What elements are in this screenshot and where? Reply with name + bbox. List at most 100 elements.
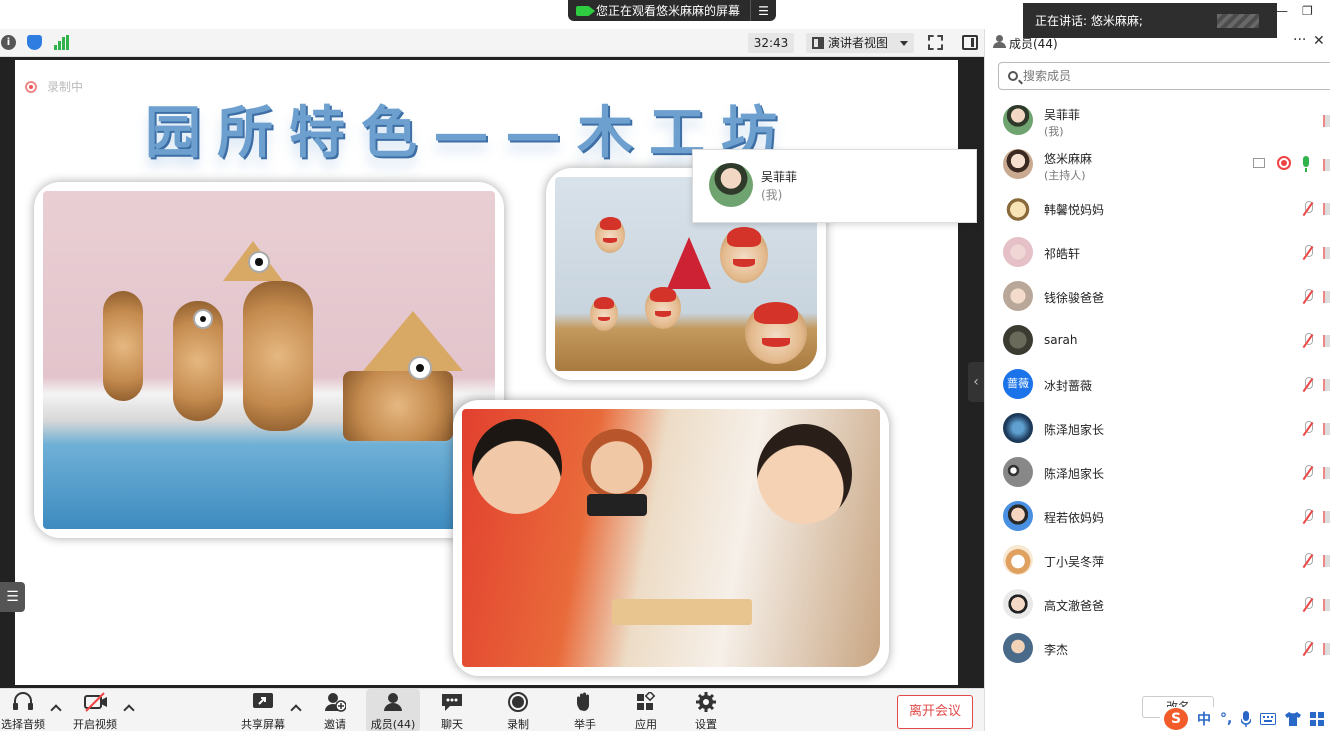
leave-meeting-button[interactable]: 离开会议: [897, 695, 973, 729]
close-icon[interactable]: ✕: [1313, 33, 1325, 49]
member-search-box[interactable]: [998, 62, 1330, 90]
settings-label: 设置: [695, 718, 717, 731]
microphone-on-icon[interactable]: [1303, 156, 1309, 172]
record-button[interactable]: 录制: [502, 689, 534, 731]
speaking-text: 正在讲话: 悠米麻麻;: [1035, 14, 1143, 28]
microphone-muted-icon[interactable]: [1301, 597, 1315, 613]
camera-off-icon[interactable]: [1323, 555, 1330, 567]
list-item[interactable]: 高文澈爸爸: [985, 583, 1330, 627]
list-item[interactable]: 陈泽旭家长: [985, 407, 1330, 451]
invite-button[interactable]: 邀请: [318, 689, 352, 731]
list-item[interactable]: 丁小吴冬萍: [985, 539, 1330, 583]
side-panel-toggle-icon[interactable]: [962, 35, 978, 50]
microphone-icon[interactable]: [1241, 711, 1252, 727]
microphone-muted-icon[interactable]: [1301, 421, 1315, 437]
member-name: 丁小吴冬萍: [1044, 555, 1105, 569]
camera-off-icon[interactable]: [1323, 467, 1330, 479]
ime-language-toggle[interactable]: 中: [1197, 709, 1211, 729]
share-options-icon[interactable]: [290, 704, 302, 716]
list-item[interactable]: 李杰: [985, 627, 1330, 671]
list-item[interactable]: sarah: [985, 319, 1330, 363]
camera-off-icon[interactable]: [1323, 423, 1330, 435]
list-item[interactable]: 蔷薇 冰封蔷薇: [985, 363, 1330, 407]
shield-icon[interactable]: [27, 35, 42, 50]
list-item[interactable]: 陈泽旭家长: [985, 451, 1330, 495]
meeting-window: 您正在观看悠米麻麻的屏幕 ☰ 正在讲话: 悠米麻麻; — ❐ i 32:43 演…: [0, 0, 1330, 731]
microphone-muted-icon[interactable]: [1301, 465, 1315, 481]
list-item[interactable]: 程若依妈妈: [985, 495, 1330, 539]
record-icon: [507, 692, 529, 712]
microphone-muted-icon[interactable]: [1301, 333, 1315, 349]
camera-off-icon[interactable]: [1323, 203, 1330, 215]
settings-button[interactable]: 设置: [690, 689, 722, 731]
camera-off-icon[interactable]: [1323, 291, 1330, 303]
audio-options-icon[interactable]: [50, 704, 62, 716]
list-item[interactable]: 吴菲菲 (我): [985, 99, 1330, 143]
shared-screen-stage: 录制中 园所特色——木工坊 吴菲菲 (我) ☰ ‹: [0, 57, 984, 688]
members-button[interactable]: 成员(44): [366, 689, 420, 731]
chat-button[interactable]: 聊天: [436, 689, 468, 731]
camera-off-icon[interactable]: [1323, 643, 1330, 655]
camera-off-icon[interactable]: [1323, 115, 1330, 127]
ime-logo-icon[interactable]: S: [1164, 708, 1188, 730]
ime-toolbar: S 中 °,: [1160, 707, 1330, 731]
avatar: [1003, 193, 1033, 223]
microphone-muted-icon[interactable]: [1301, 201, 1315, 217]
microphone-muted-icon[interactable]: [1301, 245, 1315, 261]
minimize-button[interactable]: —: [1276, 4, 1290, 20]
avatar: [1003, 237, 1033, 267]
camera-off-icon[interactable]: [1323, 511, 1330, 523]
share-screen-icon: [252, 692, 274, 712]
list-item[interactable]: 钱徐骏爸爸: [985, 275, 1330, 319]
camera-off-icon[interactable]: [1323, 335, 1330, 347]
avatar: [1003, 105, 1033, 135]
maximize-button[interactable]: ❐: [1302, 4, 1316, 20]
video-options-icon[interactable]: [123, 704, 135, 716]
keyboard-icon[interactable]: [1260, 713, 1277, 725]
audio-label: 选择音频: [1, 718, 45, 731]
microphone-muted-icon[interactable]: [1301, 553, 1315, 569]
network-signal-icon[interactable]: [54, 35, 69, 50]
avatar: [1003, 501, 1033, 531]
avatar: 蔷薇: [1003, 369, 1033, 399]
skin-shirt-icon[interactable]: [1285, 712, 1302, 726]
record-label: 录制: [507, 718, 529, 731]
list-item[interactable]: 悠米麻麻 (主持人): [985, 143, 1330, 187]
share-screen-button[interactable]: 共享屏幕: [238, 689, 288, 731]
microphone-muted-icon[interactable]: [1301, 289, 1315, 305]
fullscreen-icon[interactable]: [928, 35, 943, 50]
toolbox-grid-icon[interactable]: [1310, 712, 1325, 726]
raise-hand-button[interactable]: 举手: [568, 689, 602, 731]
info-icon[interactable]: i: [1, 35, 16, 50]
list-toggle-icon[interactable]: ☰: [0, 582, 25, 612]
apps-button[interactable]: 应用: [630, 689, 662, 731]
member-name: 陈泽旭家长: [1044, 423, 1105, 437]
member-name: 悠米麻麻: [1044, 152, 1093, 166]
audio-button[interactable]: 选择音频: [0, 689, 46, 731]
more-options-icon[interactable]: ···: [1293, 32, 1306, 48]
camera-off-icon[interactable]: [1323, 379, 1330, 391]
member-name: 冰封蔷薇: [1044, 379, 1093, 393]
menu-icon[interactable]: ☰: [750, 0, 776, 21]
view-mode-select[interactable]: 演讲者视图: [806, 33, 914, 53]
avatar: [1003, 545, 1033, 575]
chat-label: 聊天: [441, 718, 463, 731]
video-button[interactable]: 开启视频: [70, 689, 120, 731]
avatar: [709, 163, 753, 207]
microphone-muted-icon[interactable]: [1301, 377, 1315, 393]
member-role: (主持人): [1044, 169, 1086, 182]
member-search-input[interactable]: [1023, 67, 1323, 85]
camera-off-icon[interactable]: [1323, 247, 1330, 259]
members-label: 成员(44): [370, 718, 416, 731]
self-video-tile[interactable]: 吴菲菲 (我): [692, 149, 977, 223]
list-item[interactable]: 韩馨悦妈妈: [985, 187, 1330, 231]
camera-off-icon[interactable]: [1323, 599, 1330, 611]
camera-off-icon[interactable]: [1323, 159, 1330, 171]
chevron-left-icon[interactable]: ‹: [968, 362, 984, 402]
list-item[interactable]: 祁皓轩: [985, 231, 1330, 275]
microphone-muted-icon[interactable]: [1301, 641, 1315, 657]
ime-punctuation-toggle[interactable]: °,: [1220, 711, 1232, 727]
self-tile-role: (我): [761, 188, 783, 202]
voice-wave-icon: [1217, 14, 1259, 28]
microphone-muted-icon[interactable]: [1301, 509, 1315, 525]
